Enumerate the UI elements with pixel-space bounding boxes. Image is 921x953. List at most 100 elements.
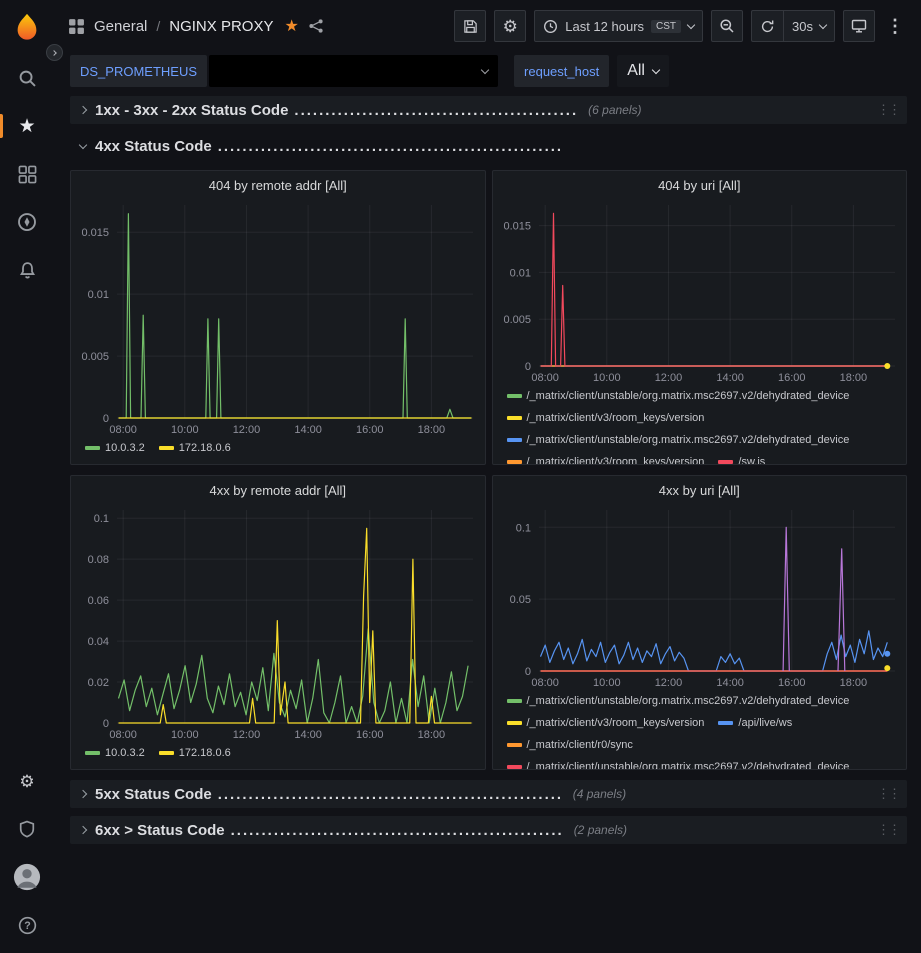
timezone-badge: CST [651,20,681,33]
legend-series-color [718,460,733,464]
svg-text:18:00: 18:00 [839,677,867,689]
panel-title[interactable]: 4xx by remote addr [All] [71,476,485,504]
row-dots: ........................................… [231,822,564,839]
request-host-variable-label[interactable]: request_host [514,55,609,87]
sidebar-item-starred[interactable]: ★ [0,102,54,150]
legend-series-color [718,721,733,725]
sidebar-item-profile[interactable] [0,853,54,901]
svg-text:16:00: 16:00 [777,372,805,384]
legend-series-label: /sw.js [738,454,765,464]
legend-item[interactable]: /_matrix/client/v3/room_keys/version [507,715,705,731]
svg-text:14:00: 14:00 [294,424,322,436]
chevron-right-icon [79,790,87,798]
legend-item[interactable]: 172.18.0.6 [159,745,231,761]
panel-chart[interactable]: 00.020.040.060.080.108:0010:0012:0014:00… [71,504,485,743]
legend-item[interactable]: 10.0.3.2 [85,745,145,761]
row-panel-count: (2 panels) [574,823,627,837]
legend-series-color [159,751,174,755]
legend-item[interactable]: /_matrix/client/unstable/org.matrix.msc2… [507,759,850,769]
row-title: 1xx - 3xx - 2xx Status Code [95,102,288,119]
legend-series-color [507,765,522,769]
legend-item[interactable]: /_matrix/client/v3/room_keys/version [507,410,705,426]
svg-text:0.05: 0.05 [509,594,530,606]
legend-item[interactable]: /_matrix/client/unstable/org.matrix.msc2… [507,693,850,709]
datasource-variable-label[interactable]: DS_PROMETHEUS [70,55,207,87]
svg-text:0.005: 0.005 [503,314,531,326]
sidebar-item-explore[interactable] [0,198,54,246]
row-dots: ........................................… [218,138,563,155]
legend-series-label: /_matrix/client/unstable/org.matrix.msc2… [527,388,850,404]
panel-title[interactable]: 4xx by uri [All] [493,476,907,504]
apps-grid-icon [68,18,85,35]
legend-item[interactable]: 172.18.0.6 [159,440,231,456]
legend-item[interactable]: 10.0.3.2 [85,440,145,456]
dashboard-title[interactable]: NGINX PROXY [169,18,273,35]
share-icon[interactable] [308,18,324,34]
svg-text:10:00: 10:00 [593,372,621,384]
sidebar-item-alerting[interactable] [0,246,54,294]
chevron-right-icon [79,826,87,834]
svg-text:10:00: 10:00 [593,677,621,689]
zoom-out-button[interactable] [711,10,743,42]
dashboard-row-4xx[interactable]: 4xx Status Code ........................… [70,132,907,160]
dashboard-row-5xx[interactable]: 5xx Status Code ........................… [70,780,907,808]
svg-text:18:00: 18:00 [418,424,446,436]
sidebar-item-server-admin[interactable] [0,805,54,853]
kebab-menu[interactable]: ⋮ [883,16,907,37]
legend-series-label: /_matrix/client/unstable/org.matrix.msc2… [527,432,850,448]
svg-text:12:00: 12:00 [654,372,682,384]
time-range-picker[interactable]: Last 12 hours CST [534,10,703,42]
panel-row-top: 404 by remote addr [All] 00.0050.010.015… [70,170,907,465]
request-host-select[interactable]: All [617,55,669,87]
top-navbar: General / NGINX PROXY ★ ⚙ Last 12 hours … [54,0,921,52]
legend-series-label: /_matrix/client/unstable/org.matrix.msc2… [527,759,850,769]
legend-series-color [507,743,522,747]
sidebar-item-help[interactable]: ? [0,901,54,949]
row-drag-handle[interactable]: ⋮⋮ [877,789,899,799]
favorite-star-icon[interactable]: ★ [284,16,298,36]
sidebar-item-configuration[interactable]: ⚙ [0,757,54,805]
svg-text:16:00: 16:00 [356,424,384,436]
legend-item[interactable]: /_matrix/client/v3/room_keys/version [507,454,705,464]
gear-icon: ⚙ [503,18,518,35]
refresh-button[interactable] [751,10,783,42]
panel-chart[interactable]: 00.0050.010.01508:0010:0012:0014:0016:00… [71,199,485,438]
sidebar-expand-button[interactable] [46,44,63,61]
legend-item[interactable]: /sw.js [718,454,765,464]
chevron-down-icon [652,65,660,73]
legend-item[interactable]: /api/live/ws [718,715,792,731]
legend-series-color [159,446,174,450]
row-drag-handle[interactable]: ⋮⋮ [877,825,899,835]
sidebar-item-search[interactable] [0,54,54,102]
breadcrumb-section[interactable]: General [94,18,147,35]
svg-text:14:00: 14:00 [294,729,322,741]
legend-item[interactable]: /_matrix/client/r0/sync [507,737,633,753]
save-dashboard-button[interactable] [454,10,486,42]
legend-series-color [85,751,100,755]
legend-series-label: /_matrix/client/v3/room_keys/version [527,454,705,464]
tv-mode-button[interactable] [843,10,875,42]
panel-title[interactable]: 404 by remote addr [All] [71,171,485,199]
svg-text:0.08: 0.08 [88,554,109,566]
legend-item[interactable]: /_matrix/client/unstable/org.matrix.msc2… [507,388,850,404]
refresh-interval-dropdown[interactable]: 30s [783,10,835,42]
dashboard-row-6xx[interactable]: 6xx > Status Code ......................… [70,816,907,844]
svg-text:0.1: 0.1 [515,522,530,534]
legend-item[interactable]: /_matrix/client/unstable/org.matrix.msc2… [507,432,850,448]
panel-chart[interactable]: 00.050.108:0010:0012:0014:0016:0018:00 [493,504,907,691]
clock-icon [543,19,558,34]
datasource-select[interactable] [209,55,498,87]
row-panel-count: (4 panels) [573,787,626,801]
dashboard-settings-button[interactable]: ⚙ [494,10,526,42]
row-drag-handle[interactable]: ⋮⋮ [877,105,899,115]
refresh-control: 30s [751,10,835,42]
panel-chart[interactable]: 00.0050.010.01508:0010:0012:0014:0016:00… [493,199,907,386]
sidebar-nav: ★ [0,54,54,294]
dashboard-row-1xx-3xx-2xx[interactable]: 1xx - 3xx - 2xx Status Code ............… [70,96,907,124]
grafana-logo-icon[interactable] [0,0,54,54]
svg-text:12:00: 12:00 [233,729,261,741]
sidebar-item-dashboards[interactable] [0,150,54,198]
panel-404-by-uri: 404 by uri [All] 00.0050.010.01508:0010:… [492,170,908,465]
breadcrumb: General / NGINX PROXY ★ [68,16,446,36]
panel-title[interactable]: 404 by uri [All] [493,171,907,199]
